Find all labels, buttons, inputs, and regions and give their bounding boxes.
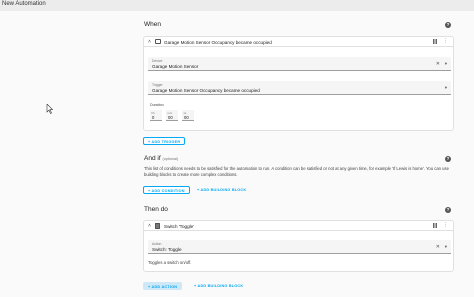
device-field-label: Device [152,58,163,63]
action-field-value: Switch: Toggle [152,246,182,252]
hours-value: 0 [152,115,155,120]
trigger-field[interactable]: Trigger Garage Motion Sensor Occupancy b… [148,81,451,95]
trigger-title: Garage Motion Sensor Occupancy became oc… [164,39,272,45]
action-card: ˄ Switch 'Toggle' ⋮ Action Switch: Toggl… [143,220,454,272]
close-icon[interactable]: ✕ [436,61,440,67]
duration-hours-input[interactable]: hh 0 [150,110,162,121]
optional-label: (optional) [162,157,179,161]
add-condition-label: ADD CONDITION [151,189,185,193]
trigger-field-label: Trigger [152,82,163,87]
duration-seconds-input[interactable]: ss 00 [182,110,194,121]
chevron-up-icon[interactable]: ˄ [148,223,151,229]
and-if-title: And if [144,155,161,162]
dropdown-arrow-icon[interactable]: ▾ [445,61,447,67]
conditions-description: This list of conditions needs to be sati… [144,166,449,177]
action-description: Toggles a switch on/off. [148,260,192,265]
window-titlebar: New Automation [0,0,474,11]
add-trigger-label: ADD TRIGGER [151,140,181,144]
device-field[interactable]: Device Garage Motion Sensor ✕ ▾ [148,57,451,71]
device-icon [155,39,161,44]
trigger-field-value: Garage Motion Sensor Occupancy became oc… [152,87,260,93]
duration-label: Duration [150,103,164,107]
minutes-value: 00 [168,115,173,120]
add-building-block-label: ADD BUILDING BLOCK [200,188,247,192]
when-section-title: When [144,21,161,28]
add-condition-button[interactable]: + ADD CONDITION [143,186,190,194]
drag-handle-icon[interactable] [433,223,437,228]
add-building-block-button[interactable]: + ADD BUILDING BLOCK [193,186,250,194]
more-vertical-icon[interactable]: ⋮ [443,39,448,44]
help-circle-icon[interactable]: ? [445,207,451,213]
add-trigger-button[interactable]: + ADD TRIGGER [143,137,186,145]
action-card-header[interactable]: ˄ Switch 'Toggle' ⋮ [144,221,453,231]
action-field-label: Action [152,241,162,246]
seconds-value: 00 [184,115,189,120]
help-circle-icon[interactable]: ? [445,156,451,162]
add-building-block-button[interactable]: + ADD BUILDING BLOCK [190,282,247,290]
action-title: Switch 'Toggle' [164,223,195,229]
drag-handle-icon[interactable] [433,39,437,44]
dropdown-arrow-icon[interactable]: ▾ [445,244,447,250]
device-field-value: Garage Motion Sensor [152,63,199,69]
trigger-card-header[interactable]: ˄ Garage Motion Sensor Occupancy became … [144,37,453,47]
trigger-card: ˄ Garage Motion Sensor Occupancy became … [143,36,454,131]
and-if-section-title: And if (optional) [144,155,178,162]
help-circle-icon[interactable]: ? [445,22,451,28]
add-action-button[interactable]: + ADD ACTION [143,282,183,290]
then-do-section-title: Then do [144,206,168,213]
dropdown-arrow-icon[interactable]: ▾ [445,85,447,91]
duration-minutes-input[interactable]: mm 00 [166,110,178,121]
action-field[interactable]: Action Switch: Toggle ✕ ▾ [148,240,451,254]
add-action-label: ADD ACTION [151,285,178,289]
mouse-cursor-icon [46,104,54,114]
window-title: New Automation [2,1,46,7]
switch-icon [155,223,160,229]
chevron-up-icon[interactable]: ˄ [148,39,151,45]
add-building-block-label: ADD BUILDING BLOCK [197,284,244,288]
more-vertical-icon[interactable]: ⋮ [443,223,448,228]
close-icon[interactable]: ✕ [436,244,440,250]
